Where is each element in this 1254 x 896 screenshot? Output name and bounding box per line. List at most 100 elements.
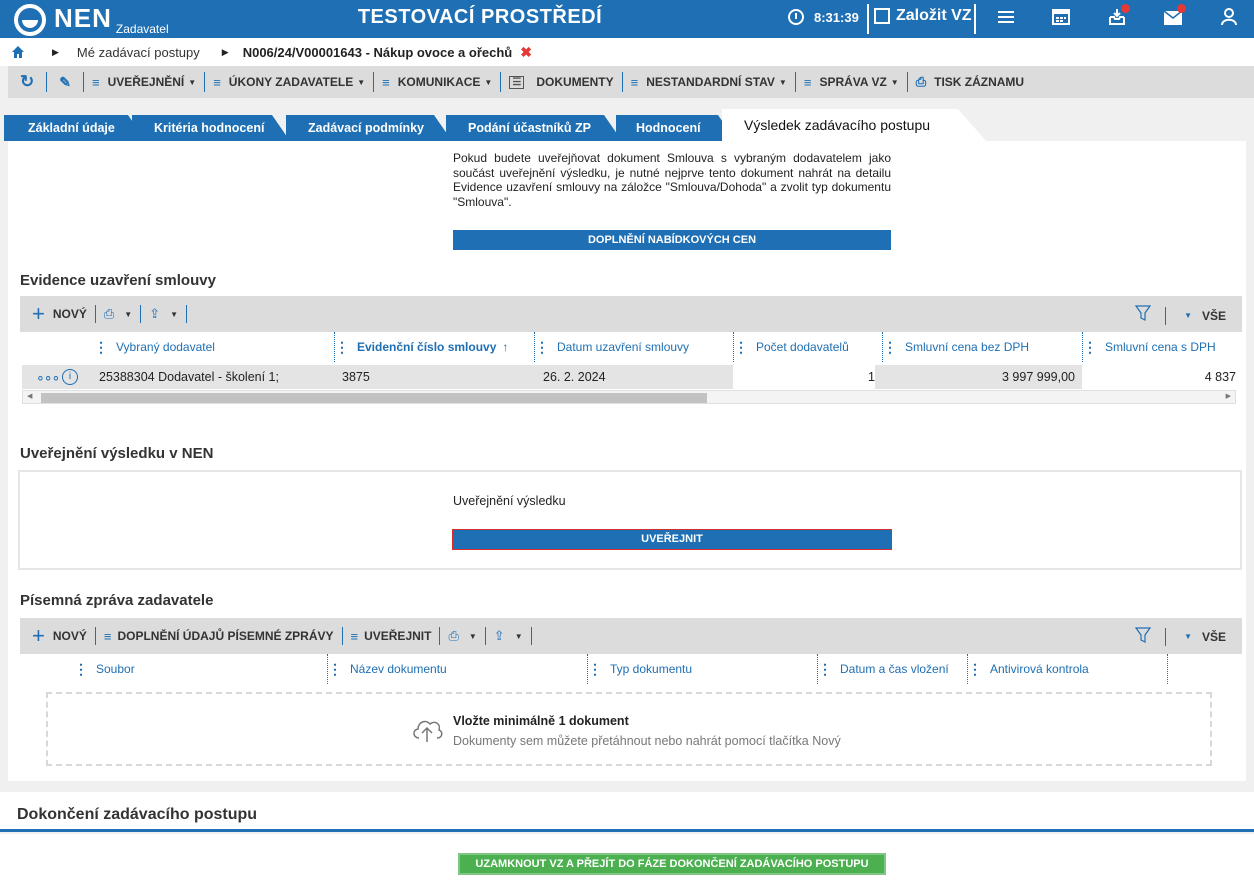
caret-down-icon[interactable]: ▼ — [515, 632, 523, 641]
column-menu-icon[interactable]: ⋮ — [74, 661, 88, 678]
sprava-menu[interactable]: ≡ SPRÁVA VZ ▼ — [796, 72, 908, 92]
caret-down-icon[interactable]: ▼ — [1184, 632, 1192, 641]
column-menu-icon[interactable]: ⋮ — [968, 661, 982, 678]
col-datum[interactable]: ⋮ Datum uzavření smlouvy — [534, 332, 734, 362]
list-icon: ≡ — [803, 74, 812, 90]
doplneni-cen-button[interactable]: DOPLNĚNÍ NABÍDKOVÝCH CEN — [453, 230, 891, 250]
col-nazev-label: Název dokumentu — [350, 662, 447, 676]
table-row[interactable]: ∘∘∘ i 25388304 Dodavatel - školení 1; 38… — [22, 365, 1236, 389]
new-vz-button[interactable]: Založit VZ — [874, 7, 972, 25]
cell-cena-s: 4 837 — [1082, 365, 1236, 389]
nen-logo[interactable]: NEN Zadavatel — [14, 3, 169, 36]
column-menu-icon[interactable]: ⋮ — [535, 339, 549, 356]
plus-icon[interactable]: + — [32, 623, 45, 649]
chevron-right-icon: ▶ — [221, 46, 229, 57]
uverejnit-button[interactable]: UVEŘEJNIT — [452, 529, 892, 550]
uverejneni-label: UVEŘEJNĚNÍ — [107, 75, 185, 89]
print-icon: ⎙ — [915, 74, 927, 89]
info-icon[interactable]: i — [62, 369, 78, 385]
col-cena-s[interactable]: ⋮ Smluvní cena s DPH — [1082, 332, 1236, 362]
refresh-icon: ↻ — [20, 72, 35, 91]
breadcrumb-item-my-procedures[interactable]: Mé zadávací postupy — [77, 45, 200, 60]
tab-podani-ucastniku[interactable]: Podání účastníků ZP — [446, 115, 622, 141]
print-icon[interactable]: ⎙ — [448, 628, 458, 644]
breadcrumb-item-current[interactable]: N006/24/V00001643 - Nákup ovoce a ořechů — [243, 45, 513, 60]
filter-icon[interactable] — [1134, 627, 1152, 646]
print-icon[interactable]: ⎙ — [104, 306, 114, 322]
report-all-selector[interactable]: VŠE — [1202, 630, 1226, 644]
uverejneni-menu[interactable]: ≡ UVEŘEJNĚNÍ ▼ — [84, 72, 206, 92]
column-menu-icon[interactable]: ⋮ — [1083, 339, 1097, 356]
col-cena-bez[interactable]: ⋮ Smluvní cena bez DPH — [882, 332, 1082, 362]
grid-right-tools: ▼ VŠE — [1134, 305, 1226, 326]
nestandardni-menu[interactable]: ≡ NESTANDARDNÍ STAV ▼ — [623, 72, 796, 92]
column-menu-icon[interactable]: ⋮ — [883, 339, 897, 356]
tab-zadavaci-podminky[interactable]: Zadávací podmínky — [286, 115, 452, 141]
column-menu-icon[interactable]: ⋮ — [94, 339, 108, 356]
caret-down-icon[interactable]: ▼ — [1184, 311, 1192, 320]
tab-kriteria-hodnoceni[interactable]: Kritéria hodnocení — [132, 115, 290, 141]
column-menu-icon[interactable]: ⋮ — [328, 661, 342, 678]
export-icon[interactable]: ⇪ — [494, 628, 505, 644]
caret-down-icon: ▼ — [484, 77, 493, 87]
more-options-icon[interactable]: ∘∘∘ — [36, 365, 59, 389]
tab-vysledek[interactable]: Výsledek zadávacího postupu — [722, 109, 986, 141]
col-antivir[interactable]: ⋮ Antivirová kontrola — [967, 654, 1167, 684]
inbox-icon[interactable] — [1106, 4, 1130, 30]
column-menu-icon[interactable]: ⋮ — [818, 661, 832, 678]
menu-icon[interactable] — [995, 8, 1017, 30]
col-soubor[interactable]: ⋮ Soubor — [74, 654, 314, 684]
plus-icon[interactable]: + — [32, 301, 45, 327]
column-menu-icon[interactable]: ⋮ — [588, 661, 602, 678]
col-dodavatel[interactable]: ⋮ Vybraný dodavatel — [94, 332, 334, 362]
calendar-icon[interactable] — [1050, 8, 1072, 30]
edit-button[interactable]: ✎ — [47, 72, 84, 92]
cell-pocet: 1 — [733, 365, 875, 389]
column-menu-icon[interactable]: ⋮ — [335, 339, 349, 356]
scroll-right-icon[interactable]: ▶ — [1226, 391, 1231, 403]
filter-icon[interactable] — [1134, 305, 1152, 326]
scrollbar-thumb[interactable] — [41, 393, 707, 403]
dropzone-subtitle: Dokumenty sem můžete přetáhnout nebo nah… — [453, 734, 841, 748]
export-icon[interactable]: ⇪ — [149, 306, 160, 322]
divider — [94, 627, 96, 645]
chevron-right-icon: ▶ — [52, 46, 59, 57]
evidence-title: Evidence uzavření smlouvy — [20, 272, 216, 289]
caret-down-icon[interactable]: ▼ — [170, 310, 178, 319]
lock-vz-button[interactable]: UZAMKNOUT VZ A PŘEJÍT DO FÁZE DOKONČENÍ … — [458, 853, 886, 875]
close-icon[interactable]: ✖ — [520, 44, 532, 61]
horizontal-scrollbar[interactable]: ◀ ▶ — [22, 390, 1236, 404]
grid-right-tools: ▼ VŠE — [1134, 627, 1226, 646]
divider — [341, 627, 343, 645]
col-cislo[interactable]: ⋮ Evidenční číslo smlouvy ↑ — [334, 332, 534, 362]
report-uverejnit-button[interactable]: UVEŘEJNIT — [364, 629, 431, 643]
scroll-left-icon[interactable]: ◀ — [27, 391, 32, 403]
top-bar: NEN Zadavatel TESTOVACÍ PROSTŘEDÍ 8:31:3… — [0, 0, 1254, 38]
evidence-all-selector[interactable]: VŠE — [1202, 309, 1226, 323]
col-pocet[interactable]: ⋮ Počet dodavatelů — [733, 332, 883, 362]
file-dropzone[interactable]: Vložte minimálně 1 dokument Dokumenty se… — [46, 692, 1212, 766]
caret-down-icon[interactable]: ▼ — [469, 632, 477, 641]
col-datum-vlozeni[interactable]: ⋮ Datum a čas vložení — [817, 654, 967, 684]
evidence-new-button[interactable]: NOVÝ — [53, 307, 87, 321]
refresh-button[interactable]: ↻ — [8, 72, 48, 92]
report-doplneni-button[interactable]: DOPLNĚNÍ ÚDAJŮ PÍSEMNÉ ZPRÁVY — [117, 629, 333, 643]
col-typ[interactable]: ⋮ Typ dokumentu — [587, 654, 817, 684]
action-toolbar: ↻ ✎ ≡ UVEŘEJNĚNÍ ▼ ≡ ÚKONY ZADAVATELE ▼ … — [8, 66, 1254, 98]
user-icon[interactable] — [1218, 8, 1240, 30]
home-icon[interactable] — [12, 46, 24, 58]
divider — [867, 4, 869, 34]
komunikace-menu[interactable]: ≡ KOMUNIKACE ▼ — [374, 72, 502, 92]
mail-icon[interactable] — [1162, 4, 1186, 30]
column-menu-icon[interactable]: ⋮ — [734, 339, 748, 356]
caret-down-icon[interactable]: ▼ — [124, 310, 132, 319]
report-new-button[interactable]: NOVÝ — [53, 629, 87, 643]
tisk-button[interactable]: ⎙ TISK ZÁZNAMU — [908, 72, 1032, 92]
tab-zakladni-udaje[interactable]: Základní údaje — [4, 115, 146, 141]
tab-hodnoceni[interactable]: Hodnocení — [616, 115, 736, 141]
dokumenty-button[interactable]: ☰ DOKUMENTY — [501, 72, 623, 92]
session-clock: 8:31:39 — [788, 9, 859, 25]
ukony-menu[interactable]: ≡ ÚKONY ZADAVATELE ▼ — [205, 72, 375, 92]
breadcrumb: ▶ Mé zadávací postupy ▶ N006/24/V0000164… — [0, 38, 1254, 66]
col-nazev[interactable]: ⋮ Název dokumentu — [327, 654, 587, 684]
